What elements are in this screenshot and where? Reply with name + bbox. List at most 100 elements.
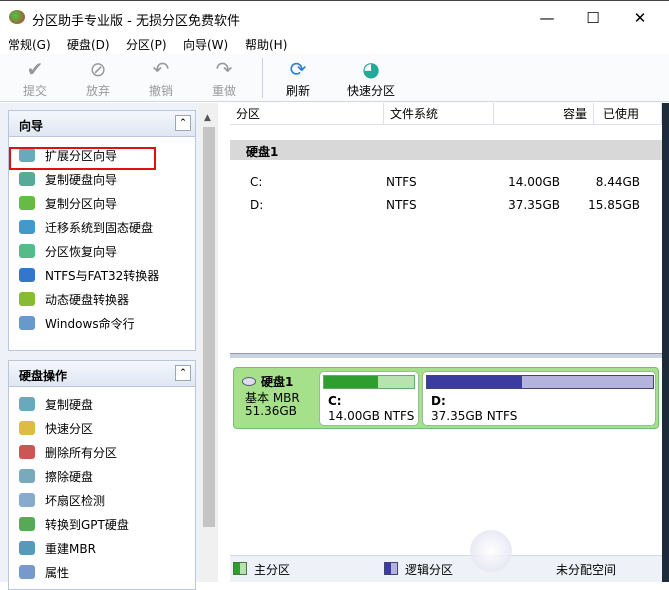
op-rebuild-mbr[interactable]: 重建MBR — [19, 538, 96, 560]
partition-block-d[interactable]: D: 37.35GB NTFS — [422, 371, 656, 426]
wipe-icon — [19, 469, 35, 483]
close-button[interactable]: ✕ — [617, 7, 663, 29]
primary-legend-icon — [233, 562, 247, 575]
menu-help[interactable]: 帮助(H) — [245, 36, 287, 53]
op-bad-sector[interactable]: 坏扇区检测 — [19, 490, 105, 512]
splitter[interactable] — [230, 353, 662, 358]
wizard-copy-partition[interactable]: 复制分区向导 — [19, 193, 117, 215]
partition-info: 37.35GB NTFS — [431, 409, 518, 423]
item-label: 快速分区 — [45, 422, 94, 436]
item-label: NTFS与FAT32转换器 — [45, 269, 160, 283]
cmd-icon — [19, 316, 35, 330]
quick-partition-button[interactable]: ◕ 快速分区 — [340, 56, 402, 99]
diskmap-name: 硬盘1 — [261, 375, 294, 389]
collapse-icon[interactable]: ⌃ — [175, 115, 191, 131]
disk-ops-title: 硬盘操作 — [19, 369, 68, 383]
undo-icon: ↶ — [152, 57, 170, 81]
col-partition[interactable]: 分区 — [230, 103, 384, 125]
quick-partition-icon — [19, 421, 35, 435]
cell-partition: C: — [250, 175, 263, 189]
delete-icon — [19, 445, 35, 459]
item-label: 坏扇区检测 — [45, 494, 106, 508]
table-row[interactable]: C: NTFS 14.00GB 8.44GB — [230, 175, 662, 195]
op-convert-gpt[interactable]: 转换到GPT硬盘 — [19, 514, 129, 536]
diskmap-size: 51.36GB — [245, 404, 297, 418]
discard-button[interactable]: ⊘ 放弃 — [68, 56, 128, 99]
check-icon: ✔ — [26, 57, 44, 81]
disk-icon — [242, 377, 256, 386]
wizard-dynamic-disk[interactable]: 动态硬盘转换器 — [19, 289, 129, 311]
item-label: 复制硬盘向导 — [45, 173, 118, 187]
cell-partition: D: — [250, 198, 264, 212]
menu-disk[interactable]: 硬盘(D) — [67, 36, 110, 53]
app-logo-icon — [9, 10, 25, 24]
maximize-button[interactable]: ☐ — [570, 7, 616, 29]
wizard-cmd[interactable]: Windows命令行 — [19, 313, 135, 335]
wizard-copy-disk[interactable]: 复制硬盘向导 — [19, 169, 117, 191]
op-wipe-disk[interactable]: 擦除硬盘 — [19, 466, 93, 488]
disk-name: 硬盘1 — [246, 145, 279, 159]
wizard-migrate-ssd[interactable]: 迁移系统到固态硬盘 — [19, 217, 153, 239]
col-filesystem[interactable]: 文件系统 — [384, 103, 494, 125]
submit-button[interactable]: ✔ 提交 — [5, 56, 65, 99]
partition-block-c[interactable]: C: 14.00GB NTFS — [319, 371, 419, 426]
refresh-button[interactable]: ⟳ 刷新 — [268, 56, 328, 99]
op-quick-partition[interactable]: 快速分区 — [19, 418, 93, 440]
partition-copy-icon — [19, 196, 35, 210]
wizard-ntfs-fat32[interactable]: NTFS与FAT32转换器 — [19, 265, 159, 287]
col-capacity[interactable]: 容量 — [494, 103, 594, 125]
item-label: 分区恢复向导 — [45, 245, 118, 259]
discard-label: 放弃 — [85, 84, 110, 98]
item-label: 重建MBR — [45, 542, 96, 556]
item-label: 动态硬盘转换器 — [45, 293, 130, 307]
mbr-icon — [19, 541, 35, 555]
disk-map[interactable]: 硬盘1 基本 MBR 51.36GB C: 14.00GB NTFS D: 37… — [233, 367, 659, 429]
disk-row[interactable]: 硬盘1 — [230, 140, 662, 160]
partition-info: 14.00GB NTFS — [328, 409, 415, 423]
wizard-partition-recovery[interactable]: 分区恢复向导 — [19, 241, 117, 263]
diskmap-title: 硬盘1 — [242, 373, 293, 390]
usage-fill — [427, 376, 522, 388]
legend-bar: 主分区 逻辑分区 未分配空间 — [230, 555, 662, 582]
properties-icon — [19, 565, 35, 579]
undo-button[interactable]: ↶ 撤销 — [131, 56, 191, 99]
op-copy-disk[interactable]: 复制硬盘 — [19, 394, 93, 416]
minimize-button[interactable]: — — [524, 7, 570, 29]
highlight-box — [9, 147, 156, 170]
scan-icon — [19, 493, 35, 507]
legend-unallocated: 未分配空间 — [556, 563, 617, 577]
left-panel: 向导 ⌃ 扩展分区向导 复制硬盘向导 复制分区向导 迁移系统到固态硬盘 分区恢复向… — [0, 103, 218, 590]
item-label: 删除所有分区 — [45, 446, 118, 460]
collapse-icon[interactable]: ⌃ — [175, 365, 191, 381]
cell-filesystem: NTFS — [386, 198, 417, 212]
usage-bar — [323, 375, 415, 389]
usage-bar — [426, 375, 654, 389]
scroll-thumb[interactable] — [203, 127, 215, 527]
disk-ops-section: 硬盘操作 ⌃ 复制硬盘 快速分区 删除所有分区 擦除硬盘 坏扇区检测 转换到GPT… — [8, 360, 196, 590]
legend-logical: 逻辑分区 — [405, 563, 454, 577]
dynamic-disk-icon — [19, 292, 35, 306]
disk-copy-icon — [19, 397, 35, 411]
legend-primary: 主分区 — [254, 563, 291, 577]
menu-partition[interactable]: 分区(P) — [126, 36, 167, 53]
refresh-label: 刷新 — [285, 84, 310, 98]
toolbar: ✔ 提交 ⊘ 放弃 ↶ 撤销 ↷ 重做 ⟳ 刷新 ◕ 快速分区 — [0, 54, 669, 102]
partition-label: D: — [431, 394, 446, 408]
op-properties[interactable]: 属性 — [19, 562, 69, 584]
partition-label: C: — [328, 394, 342, 408]
redo-label: 重做 — [211, 84, 236, 98]
left-scrollbar[interactable]: ▲ — [200, 103, 218, 582]
usage-fill — [324, 376, 378, 388]
op-delete-all[interactable]: 删除所有分区 — [19, 442, 117, 464]
gpt-icon — [19, 517, 35, 531]
col-used[interactable]: 已使用 — [594, 103, 662, 125]
partition-panel: 分区 文件系统 容量 已使用 硬盘1 C: NTFS 14.00GB 8.44G… — [230, 103, 662, 582]
menu-wizard[interactable]: 向导(W) — [183, 36, 228, 53]
menu-general[interactable]: 常规(G) — [8, 36, 51, 53]
wizard-section-title: 向导 — [19, 119, 44, 133]
table-row[interactable]: D: NTFS 37.35GB 15.85GB — [230, 198, 662, 218]
scroll-up-icon[interactable]: ▲ — [204, 113, 211, 123]
item-label: 属性 — [45, 566, 70, 580]
redo-button[interactable]: ↷ 重做 — [194, 56, 254, 99]
menu-bar: 常规(G) 硬盘(D) 分区(P) 向导(W) 帮助(H) — [0, 34, 669, 54]
